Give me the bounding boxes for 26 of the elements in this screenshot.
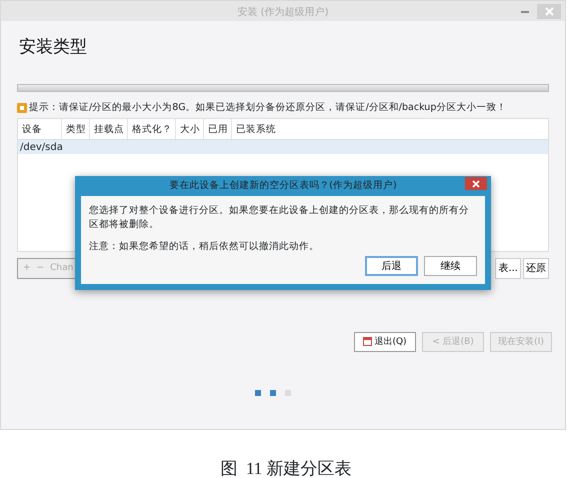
column-header: 大小 [176,118,204,139]
dialog-message: 您选择了对整个设备进行分区。如果您要在此设备上创建的分区表，那么现有的所有分区都将被删除。 [89,204,470,232]
dialog-note: 注意：如果您希望的话，稍后依然可以撤消此动作。 [89,240,320,254]
column-header: 已装系统 [235,122,277,137]
column-header: 设备 [18,118,62,139]
column-header: 类型 [62,118,90,139]
page-title: 安装类型 [18,36,88,59]
dialog-button[interactable]: 后退 [365,256,418,276]
column-header: 已用 [204,118,232,139]
toolbar-button[interactable]: 还原 [523,258,549,279]
info-icon [17,102,27,113]
hint-text: 提示：请保证/分区的最小大小为8G。如果已选择划分备份还原分区，请保证/分区和/backup分区大小一致！ [29,100,506,114]
minimize-icon[interactable] [521,10,529,12]
dialog-title: 要在此设备上创建新的空分区表吗？(作为超级用户) [169,178,397,193]
figure-caption: 图 11 新建分区表 [219,458,353,478]
exit-icon [363,337,372,346]
column-header: 格式化？ [128,118,176,139]
window-title: 安装 (作为超级用户) [238,7,328,18]
close-button[interactable] [465,177,487,190]
close-icon [544,7,554,16]
table-row[interactable]: /dev/sda [18,140,548,154]
dialog-button[interactable]: 继续 [424,256,477,276]
column-header: 挂载点 [90,118,128,139]
toolbar-button[interactable]: 表... [495,258,521,279]
nav-button[interactable]: 退出(Q) [354,332,416,352]
close-icon [472,180,480,188]
